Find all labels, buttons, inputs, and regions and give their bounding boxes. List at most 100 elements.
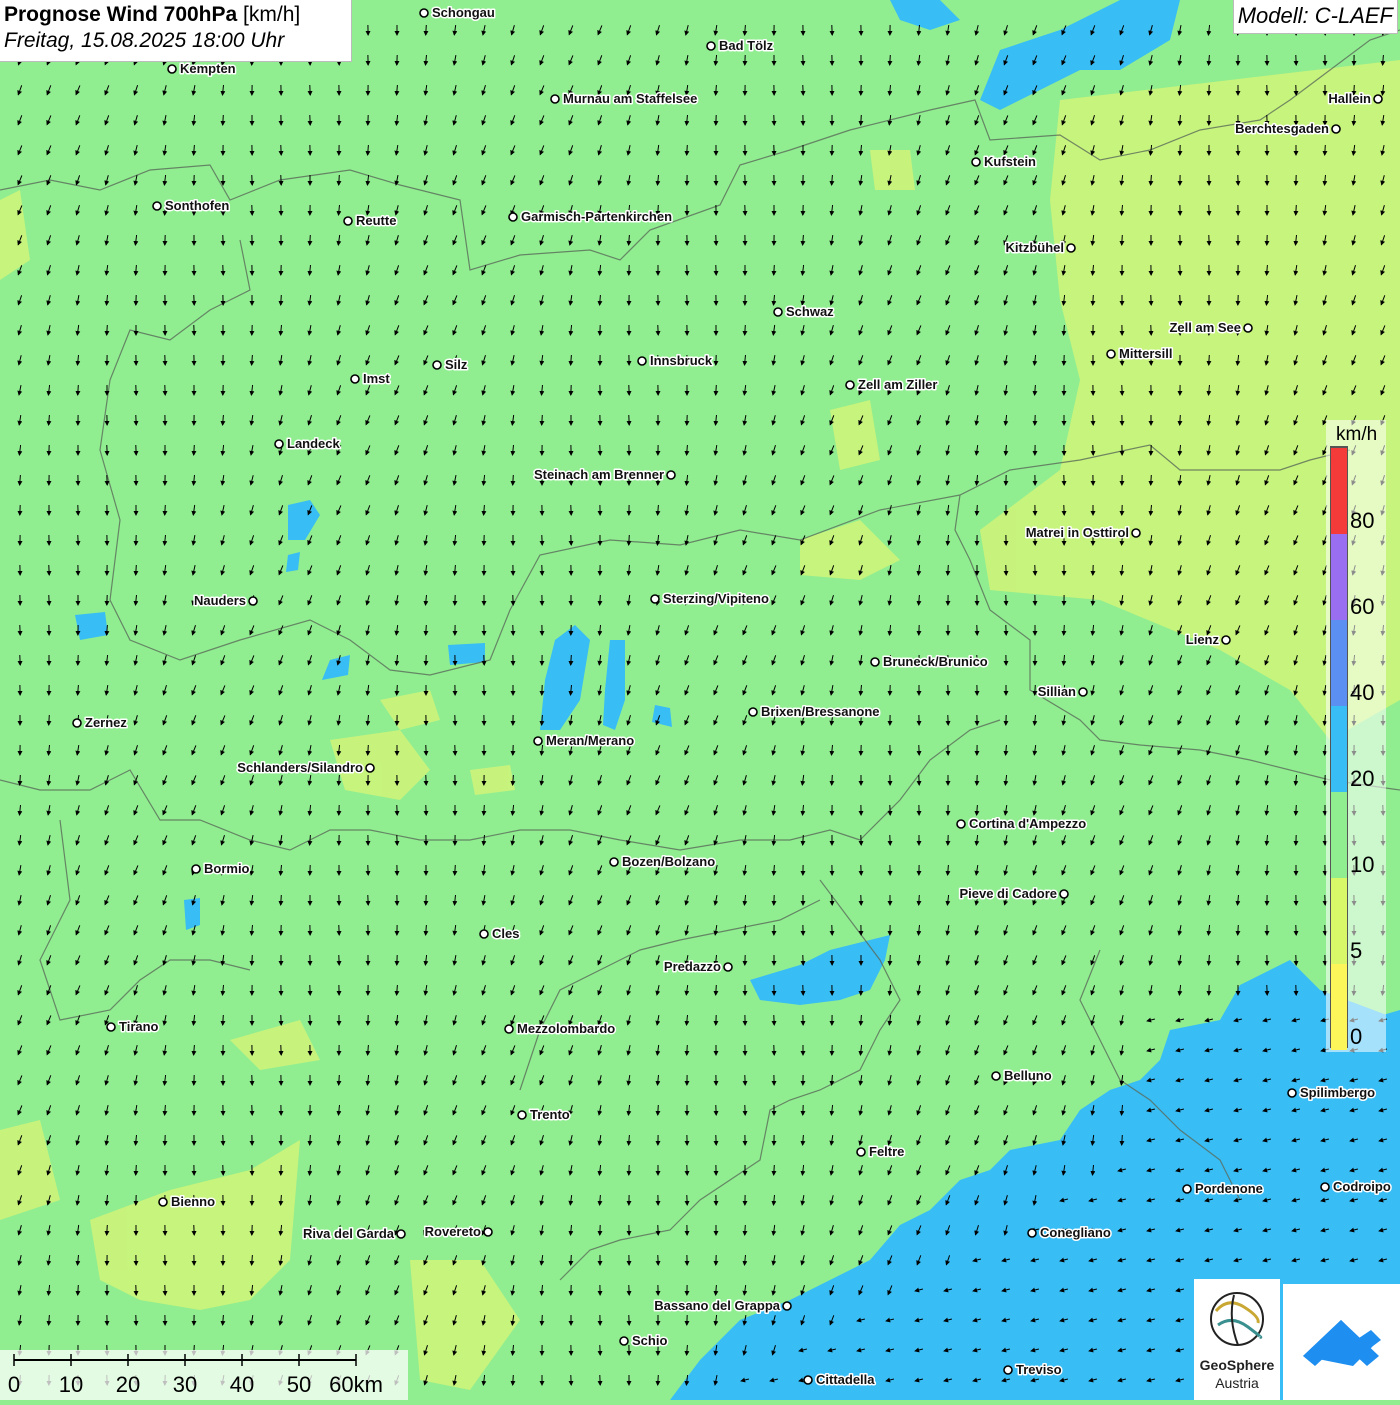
wind-arrow — [832, 775, 833, 785]
wind-arrow — [745, 1225, 746, 1235]
wind-arrow — [513, 475, 514, 485]
wind-arrow — [658, 1105, 659, 1115]
city-marker-icon — [804, 1376, 812, 1384]
legend-unit: km/h — [1336, 424, 1377, 446]
legend-tick-label: 40 — [1350, 680, 1374, 706]
wind-arrow — [571, 655, 572, 665]
geosphere-country: Austria — [1194, 1375, 1280, 1391]
city-marker-icon — [774, 308, 782, 316]
wind-arrow — [1209, 355, 1210, 365]
city-marker-icon — [480, 930, 488, 938]
city-marker-icon — [1332, 125, 1340, 133]
scale-label: 20 — [116, 1372, 140, 1397]
city-cortina-d-ampezzo: Cortina d'Ampezzo — [957, 816, 1086, 831]
legend-tick-label: 10 — [1350, 852, 1374, 878]
city-label: Hallein — [1328, 91, 1371, 106]
city-label: Codroipo — [1333, 1179, 1391, 1194]
wind-arrow — [890, 955, 891, 965]
city-marker-icon — [783, 1302, 791, 1310]
city-schlanders-silandro: Schlanders/Silandro — [237, 760, 374, 775]
city-marker-icon — [192, 865, 200, 873]
geosphere-emblem-icon — [1194, 1279, 1280, 1357]
city-matrei-in-osttirol: Matrei in Osttirol — [1026, 525, 1140, 540]
city-schongau: Schongau — [420, 5, 495, 20]
city-murnau-am-staffelsee: Murnau am Staffelsee — [551, 91, 697, 106]
city-label: Bozen/Bolzano — [622, 854, 715, 869]
city-label: Predazzo — [664, 959, 721, 974]
wind-arrow — [1064, 625, 1065, 635]
city-label: Treviso — [1016, 1362, 1062, 1377]
city-label: Zernez — [85, 715, 127, 730]
city-marker-icon — [518, 1111, 526, 1119]
city-marker-icon — [484, 1228, 492, 1236]
wind-arrow — [136, 1165, 137, 1175]
city-marker-icon — [73, 719, 81, 727]
wind-arrow — [397, 685, 398, 695]
city-label: Matrei in Osttirol — [1026, 525, 1129, 540]
city-marker-icon — [159, 1198, 167, 1206]
city-meran-merano: Meran/Merano — [534, 733, 634, 748]
cloud-arrow-icon — [1283, 1284, 1400, 1400]
city-marker-icon — [551, 95, 559, 103]
city-label: Riva del Garda — [303, 1226, 395, 1241]
city-marker-icon — [168, 65, 176, 73]
city-label: Sillian — [1038, 684, 1076, 699]
city-pordenone: Pordenone — [1183, 1181, 1263, 1196]
city-label: Innsbruck — [650, 353, 713, 368]
scale-label: 0 — [8, 1372, 20, 1397]
city-label: Meran/Merano — [546, 733, 634, 748]
city-marker-icon — [992, 1072, 1000, 1080]
city-label: Schlanders/Silandro — [237, 760, 363, 775]
city-label: Bad Tölz — [719, 38, 774, 53]
wind-arrow — [774, 1165, 775, 1175]
wind-arrow — [107, 1225, 108, 1235]
wind-arrow — [455, 865, 456, 875]
city-label: Kempten — [180, 61, 236, 76]
scale-label: 30 — [173, 1372, 197, 1397]
geosphere-name: GeoSphere — [1194, 1357, 1280, 1373]
city-label: Cortina d'Ampezzo — [969, 816, 1086, 831]
wind-arrow — [426, 25, 427, 35]
wind-arrow — [1296, 205, 1297, 215]
city-marker-icon — [1079, 688, 1087, 696]
city-marker-icon — [749, 708, 757, 716]
legend-tick-label: 60 — [1350, 594, 1374, 620]
city-label: Bruneck/Brunico — [883, 654, 988, 669]
city-label: Mittersill — [1119, 346, 1172, 361]
city-label: Feltre — [869, 1144, 904, 1159]
wind-arrow — [658, 1375, 659, 1385]
wind-arrow — [948, 565, 949, 575]
legend-color-bar — [1330, 446, 1348, 1048]
wind-arrow — [252, 955, 253, 965]
scale-label: 10 — [59, 1372, 83, 1397]
city-marker-icon — [275, 440, 283, 448]
city-label: Bormio — [204, 861, 250, 876]
city-marker-icon — [344, 217, 352, 225]
city-marker-icon — [420, 9, 428, 17]
legend-color-class — [1331, 533, 1347, 620]
wind-arrow — [223, 115, 224, 125]
wind-arrow — [1325, 145, 1326, 155]
city-marker-icon — [397, 1230, 405, 1238]
city-label: Schongau — [432, 5, 495, 20]
city-label: Tirano — [119, 1019, 159, 1034]
city-marker-icon — [509, 213, 517, 221]
city-label: Kitzbühel — [1006, 240, 1065, 255]
wind-arrow — [1180, 415, 1181, 425]
wind-arrow — [20, 775, 21, 785]
city-label: Schio — [632, 1333, 667, 1348]
city-marker-icon — [1060, 890, 1068, 898]
title-text: Prognose Wind 700hPa — [4, 3, 237, 26]
wind-arrow — [600, 595, 601, 605]
wind-arrow — [49, 715, 50, 725]
city-label: Trento — [530, 1107, 570, 1122]
city-bassano-del-grappa: Bassano del Grappa — [654, 1298, 791, 1313]
city-marker-icon — [1374, 95, 1382, 103]
wind-arrow — [136, 565, 137, 575]
city-label: Bienno — [171, 1194, 215, 1209]
city-label: Murnau am Staffelsee — [563, 91, 697, 106]
wind-arrow — [977, 505, 978, 515]
city-marker-icon — [505, 1025, 513, 1033]
wind-arrow — [310, 1135, 311, 1145]
legend-tick-label: 20 — [1350, 766, 1374, 792]
